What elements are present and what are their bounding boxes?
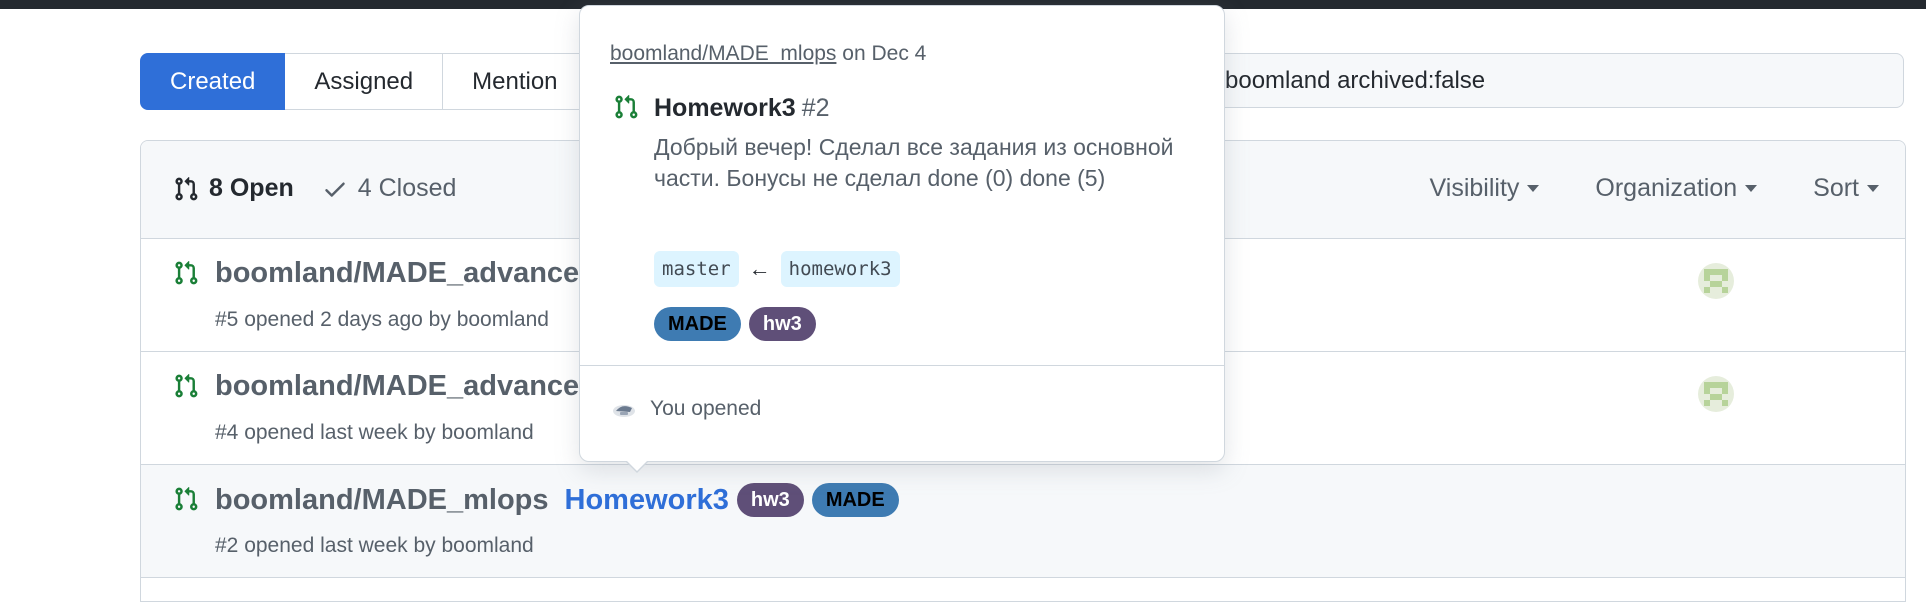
pull-request-icon: [173, 176, 199, 202]
pull-request-icon: [173, 373, 199, 404]
hovercard-body: Добрый вечер! Сделал все задания из осно…: [654, 134, 1174, 191]
arrow-left-icon: ←: [748, 256, 771, 281]
pull-request-icon: [173, 260, 199, 291]
filter-menus: Visibility Organization Sort: [1430, 174, 1905, 203]
hovercard-number: #2: [801, 94, 830, 122]
sort-filter[interactable]: Sort: [1813, 174, 1879, 203]
organization-filter[interactable]: Organization: [1595, 174, 1758, 203]
hovercard-footer-text: You opened: [650, 397, 762, 420]
visibility-label: Visibility: [1429, 174, 1520, 202]
closed-filter[interactable]: 4 Closed: [322, 174, 457, 203]
tab-created[interactable]: Created: [140, 53, 286, 110]
repo-link[interactable]: boomland/MADE_mlops: [215, 484, 549, 517]
hovercard-date: on Dec 4: [842, 42, 927, 65]
caret-down-icon: [1745, 185, 1758, 192]
label-hw3[interactable]: hw3: [748, 307, 816, 341]
search-input[interactable]: boomland archived:false: [1160, 53, 1904, 108]
row-title: boomland/MADE_advanced: [215, 257, 597, 290]
check-icon: [322, 176, 348, 202]
pull-request-title-link[interactable]: Homework3: [565, 484, 729, 517]
caret-down-icon: [1867, 185, 1879, 192]
avatar[interactable]: [1698, 263, 1734, 299]
label-made[interactable]: MADE: [654, 307, 741, 341]
row-meta: #5 opened 2 days ago by boomland: [215, 308, 549, 331]
hovercard-context: boomland/MADE_mlops on Dec 4: [610, 42, 926, 66]
hovercard-title[interactable]: Homework3 #2: [654, 94, 830, 123]
pull-request-hovercard: boomland/MADE_mlops on Dec 4 Homework3 #2…: [579, 5, 1225, 473]
row-title: boomland/MADE_mlops Homework3 hw3 MADE: [215, 483, 899, 517]
closed-count: 4 Closed: [357, 174, 457, 202]
list-item[interactable]: boomland/MADE_mlops Homework3 hw3 MADE #…: [141, 465, 1905, 578]
visibility-filter[interactable]: Visibility: [1430, 174, 1540, 203]
avatar[interactable]: [1698, 376, 1734, 412]
user-avatar-icon: [613, 405, 635, 417]
caret-down-icon: [1527, 185, 1540, 192]
pull-request-icon: [173, 486, 199, 517]
base-branch: master: [654, 251, 739, 287]
hovercard-repo-link[interactable]: boomland/MADE_mlops: [610, 42, 836, 65]
open-count: 8 Open: [209, 174, 294, 202]
repo-link[interactable]: boomland/MADE_advanced: [215, 370, 597, 403]
hovercard-labels: MADE hw3: [654, 307, 816, 341]
search-query: boomland archived:false: [1225, 66, 1486, 94]
head-branch: homework3: [780, 251, 900, 287]
divider: [580, 365, 1224, 366]
hovercard-title-text: Homework3: [654, 94, 796, 122]
organization-label: Organization: [1595, 174, 1738, 202]
label-made[interactable]: MADE: [811, 483, 899, 517]
sort-label: Sort: [1813, 174, 1859, 202]
open-filter[interactable]: 8 Open: [173, 174, 294, 203]
row-meta: #4 opened last week by boomland: [215, 421, 534, 444]
label-hw3[interactable]: hw3: [736, 483, 804, 517]
hovercard-branches: master ← homework3: [654, 251, 900, 287]
state-filters: 8 Open 4 Closed: [173, 174, 484, 203]
hovercard-pointer-fill: [626, 460, 648, 471]
hovercard-footer: You opened: [612, 397, 761, 421]
tab-assigned[interactable]: Assigned: [285, 53, 444, 110]
row-title: boomland/MADE_advanced: [215, 370, 597, 403]
repo-link[interactable]: boomland/MADE_advanced: [215, 257, 597, 290]
row-meta: #2 opened last week by boomland: [215, 534, 534, 557]
pull-request-icon: [613, 94, 639, 125]
